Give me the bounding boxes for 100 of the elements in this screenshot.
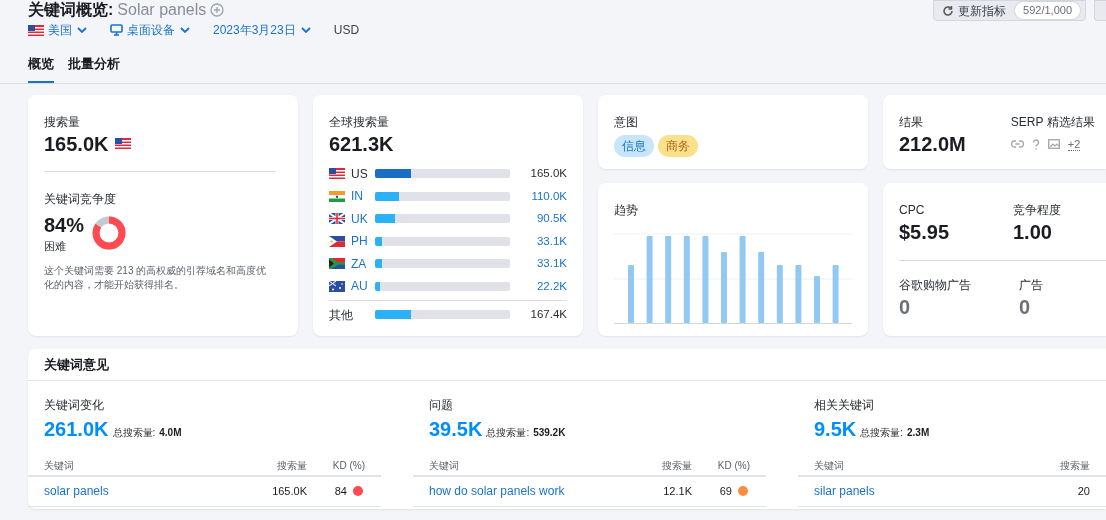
keyword-count[interactable]: 9.5K: [814, 413, 857, 444]
philippines-flag-icon: [329, 235, 345, 247]
intent-tag: 商务: [658, 134, 698, 157]
metric-label: 结果: [899, 113, 924, 131]
table-cell-text: 12.1K: [662, 483, 692, 499]
country-code[interactable]: UK: [351, 209, 368, 228]
table-cell-text: 69: [719, 483, 732, 499]
serp-label: SERP 精选结果: [1010, 113, 1095, 131]
country-code[interactable]: AU: [351, 277, 368, 296]
column-header: 关键词: [429, 458, 460, 473]
volume-link[interactable]: 110.0K: [510, 187, 567, 205]
monitor-icon: [110, 24, 123, 36]
total-value: 539.2K: [533, 425, 566, 440]
table-cell-text: 20: [1076, 483, 1090, 499]
column-header: 搜索量: [276, 458, 307, 473]
group-title: 关键词变化: [44, 396, 105, 414]
trend-bar: [628, 264, 634, 323]
metric-label: 意图: [614, 113, 639, 131]
trend-bar: [776, 264, 783, 323]
uk-flag-icon: [329, 213, 345, 225]
trend-bar: [832, 264, 839, 323]
country-code[interactable]: ZA: [351, 254, 367, 273]
keyword-count[interactable]: 261.0K: [44, 413, 109, 444]
australia-flag-icon: [329, 280, 345, 292]
date-dropdown[interactable]: 2023年3月23日: [213, 21, 312, 39]
chevron-down-icon: [299, 24, 312, 36]
column-header: 搜索量: [1059, 458, 1090, 473]
intent-tag: 信息: [614, 134, 654, 157]
trend-bar: [721, 251, 727, 323]
group-title: 问题: [429, 396, 454, 414]
tab[interactable]: 概览: [28, 54, 54, 83]
difficulty-donut: [92, 215, 127, 250]
volume-value: 165.0K: [529, 166, 567, 182]
refresh-icon: [942, 4, 955, 17]
keyword-link[interactable]: how do solar panels work: [429, 482, 632, 500]
metric-label: 全球搜索量: [329, 113, 390, 131]
difficulty-description: 这个关键词需要 213 的高权威的引荐域名和高度优化的内容，才能开始获得排名。: [44, 264, 268, 292]
country-dropdown[interactable]: 美国: [28, 21, 88, 39]
table-cell-text: 84: [334, 483, 347, 499]
total-value: 4.0M: [159, 425, 182, 440]
device-dropdown[interactable]: 桌面设备: [110, 21, 191, 39]
trend-bar: [795, 264, 802, 323]
trend-bar: [814, 275, 820, 323]
chevron-down-icon: [76, 24, 88, 36]
south-africa-flag-icon: [329, 258, 345, 270]
usage-count: 592/1,000: [1014, 1, 1081, 20]
metric-label: 趋势: [614, 201, 639, 219]
metric-label: CPC: [899, 201, 926, 219]
column-header: 关键词: [44, 458, 75, 473]
total-label: 总搜索量:: [112, 425, 156, 440]
tab[interactable]: 批量分析: [68, 54, 120, 83]
metric-value: 165.0K: [44, 131, 109, 157]
total-value: 2.3M: [907, 425, 930, 440]
page-title: 关键词概览:: [28, 0, 114, 19]
link-icon: [1010, 139, 1024, 149]
total-label: 总搜索量:: [486, 425, 530, 440]
column-header: 搜索量: [661, 458, 692, 473]
metric-value: 0: [899, 294, 912, 320]
keyword-link[interactable]: solar panels: [44, 482, 247, 500]
volume-link[interactable]: 33.1K: [510, 255, 567, 273]
column-header: KD (%): [716, 458, 750, 473]
volume-link[interactable]: 22.2K: [510, 277, 567, 295]
volume-value: 167.4K: [529, 307, 567, 323]
more-features-link[interactable]: +2: [1067, 137, 1081, 151]
question-icon: [1031, 138, 1040, 150]
keyword-count[interactable]: 39.5K: [429, 413, 483, 444]
section-title: 关键词意见: [28, 348, 1106, 381]
country-label: 其他: [329, 306, 353, 324]
us-flag-icon: [114, 138, 131, 149]
metric-label: 广告: [1019, 276, 1044, 294]
trend-bar: [758, 251, 765, 323]
country-code[interactable]: PH: [351, 232, 368, 251]
volume-link[interactable]: 33.1K: [510, 232, 567, 250]
group-title: 相关关键词: [814, 396, 875, 414]
metric-value: 1.00: [1013, 219, 1053, 245]
table-cell-text: 165.0K: [271, 483, 307, 499]
metric-label: 谷歌购物广告: [899, 276, 971, 294]
add-icon: [210, 2, 225, 17]
update-metrics-button[interactable]: 更新指标 592/1,000: [933, 0, 1086, 21]
metric-value: 621.3K: [329, 131, 395, 157]
total-label: 总搜索量:: [860, 425, 904, 440]
country-code[interactable]: IN: [351, 187, 363, 206]
us-flag-icon: [28, 24, 44, 36]
us-flag-icon: [329, 168, 345, 180]
country-code: US: [351, 165, 368, 183]
currency-label: USD: [333, 22, 360, 39]
india-flag-icon: [329, 190, 345, 202]
toolbar-button[interactable]: [1094, 0, 1106, 21]
column-header: 关键词: [814, 458, 845, 473]
volume-link[interactable]: 90.5K: [510, 210, 567, 228]
metric-value: $5.95: [899, 219, 951, 245]
metric-value: 0: [1019, 294, 1032, 320]
keyword-title: Solar panels: [117, 0, 207, 19]
difficulty-rating: 困难: [44, 238, 67, 254]
metric-label: 竞争程度: [1013, 201, 1062, 219]
metric-label: 搜索量: [44, 113, 81, 131]
keyword-link[interactable]: silar panels: [814, 482, 1030, 500]
image-icon: [1047, 139, 1060, 149]
metric-label: 关键词竞争度: [44, 190, 117, 208]
chevron-down-icon: [179, 24, 191, 36]
